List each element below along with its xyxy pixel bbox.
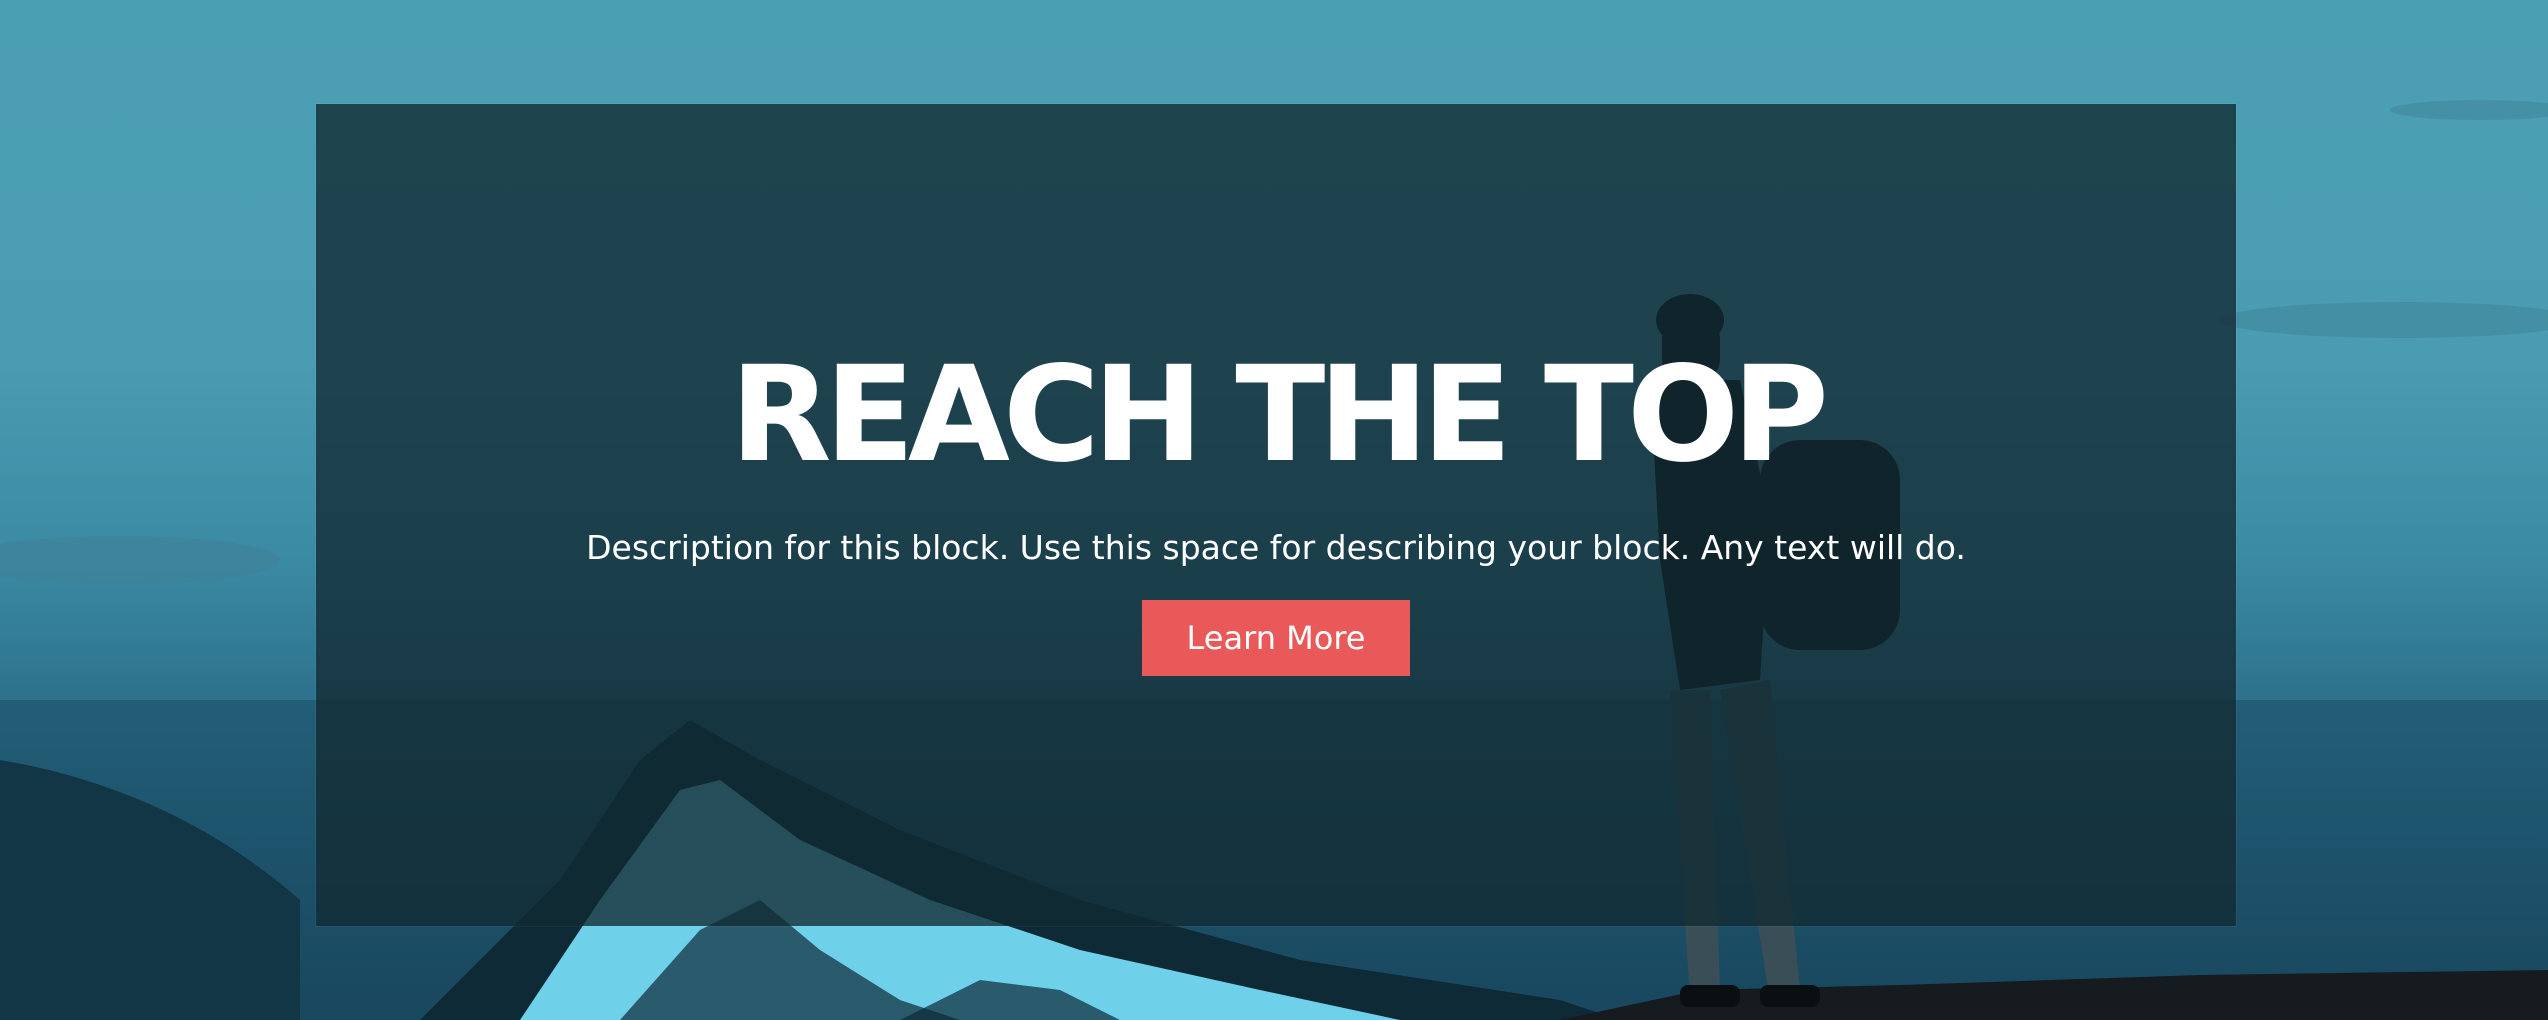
learn-more-button[interactable]: Learn More xyxy=(1142,600,1410,676)
hero-description: Description for this block. Use this spa… xyxy=(586,528,1966,567)
hero-content: REACH THE TOP Description for this block… xyxy=(316,340,2236,676)
hero-title: REACH THE TOP xyxy=(730,338,1829,492)
hero-section: REACH THE TOP Description for this block… xyxy=(0,0,2548,1020)
